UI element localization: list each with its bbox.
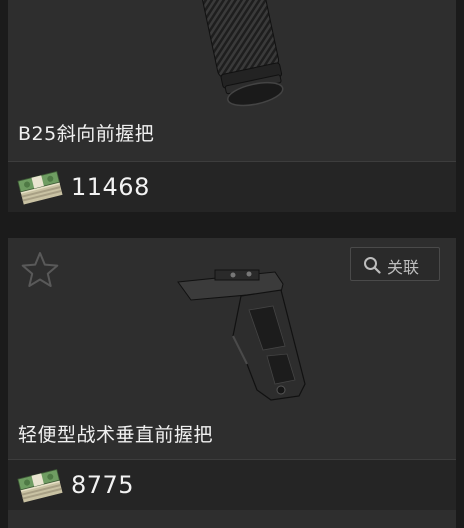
money-stack-icon [17,469,63,503]
money-stack-icon [17,171,63,205]
price-row: 8775 [8,460,456,510]
item-name: B25斜向前握把 [18,123,155,145]
item-price: 8775 [71,471,135,499]
link-button[interactable]: 关联 [350,247,440,281]
item-card[interactable]: B25斜向前握把 11468 [8,0,456,212]
star-outline-icon[interactable] [20,250,60,290]
vertical-grip-icon [177,269,306,401]
item-name: 轻便型战术垂直前握把 [18,424,214,446]
search-icon [364,257,381,274]
item-card[interactable]: 关联 轻便型战术垂直前握把 8775 [8,238,456,528]
price-row: 11468 [8,162,456,212]
link-button-label: 关联 [387,258,420,277]
item-price: 11468 [71,173,150,201]
grip-icon [201,0,284,107]
